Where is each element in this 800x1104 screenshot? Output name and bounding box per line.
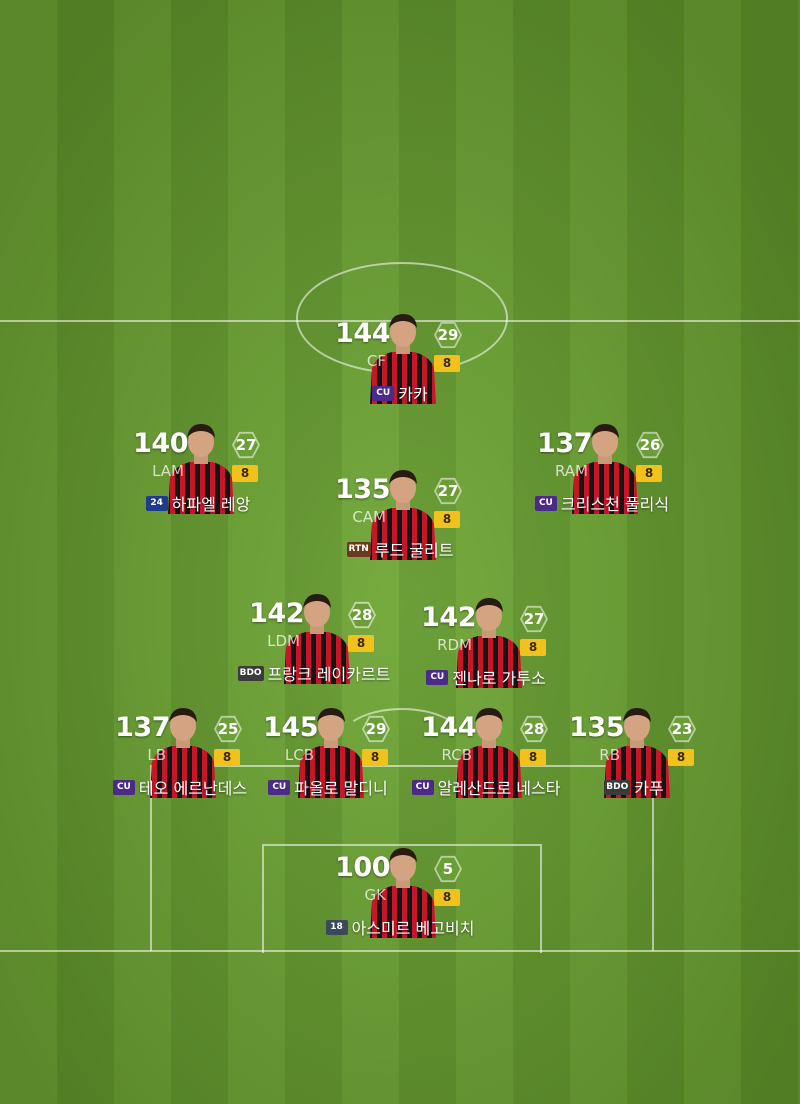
player-position: LB bbox=[147, 746, 166, 764]
player-name: 카카 bbox=[398, 385, 428, 404]
player-name-row: RTN 루드 굴리트 bbox=[300, 537, 500, 561]
season-badge: 18 bbox=[325, 919, 348, 935]
player-ovr: 144 bbox=[335, 318, 390, 349]
player-ovr: 140 bbox=[133, 428, 188, 459]
player-name-row: CU 카카 bbox=[300, 381, 500, 405]
player-name-row: CU 젠나로 가투소 bbox=[386, 665, 586, 689]
enhance-level-badge: 8 bbox=[636, 465, 662, 482]
player-name-row: BDO 프랑크 레이카르트 bbox=[214, 661, 414, 685]
player-position: RB bbox=[599, 746, 620, 764]
season-badge: BDO bbox=[604, 779, 631, 795]
player-card-cam[interactable]: 135 CAM 27 8 RTN 루드 굴리트 bbox=[300, 470, 500, 594]
player-position: CAM bbox=[352, 508, 386, 526]
player-name: 아스미르 베고비치 bbox=[351, 919, 475, 938]
season-badge: CU bbox=[411, 779, 434, 795]
player-card-cf[interactable]: 144 CF 29 8 CU 카카 bbox=[300, 314, 500, 438]
player-position: LAM bbox=[152, 462, 184, 480]
enhance-level-badge: 8 bbox=[348, 635, 374, 652]
player-name: 루드 굴리트 bbox=[374, 541, 454, 560]
season-badge: CU bbox=[372, 385, 395, 401]
player-name-row: BDO 카푸 bbox=[534, 775, 734, 799]
enhance-level-badge: 8 bbox=[520, 639, 546, 656]
player-position: LDM bbox=[267, 632, 300, 650]
season-badge: CU bbox=[268, 779, 291, 795]
player-card-lam[interactable]: 140 LAM 27 8 24 하파엘 레앙 bbox=[98, 424, 298, 548]
player-ovr: 144 bbox=[421, 712, 476, 743]
player-position: GK bbox=[364, 886, 386, 904]
player-position: RAM bbox=[554, 462, 588, 480]
player-ovr: 100 bbox=[335, 852, 390, 883]
enhance-level-badge: 8 bbox=[362, 749, 388, 766]
season-badge: CU bbox=[534, 495, 557, 511]
player-ovr: 142 bbox=[421, 602, 476, 633]
player-ovr: 137 bbox=[115, 712, 170, 743]
season-badge: RTN bbox=[346, 541, 371, 557]
player-name-row: 18 아스미르 베고비치 bbox=[300, 915, 500, 939]
enhance-level-badge: 8 bbox=[434, 511, 460, 528]
player-position: CF bbox=[366, 352, 386, 370]
player-ovr: 135 bbox=[569, 712, 624, 743]
player-position: RDM bbox=[437, 636, 472, 654]
player-card-rb[interactable]: 135 RB 23 8 BDO 카푸 bbox=[534, 708, 734, 832]
player-ovr: 142 bbox=[249, 598, 304, 629]
enhance-level-badge: 8 bbox=[668, 749, 694, 766]
player-name: 카푸 bbox=[634, 779, 664, 798]
player-ovr: 145 bbox=[263, 712, 318, 743]
player-name: 크리스천 풀리식 bbox=[560, 495, 670, 514]
player-name: 젠나로 가투소 bbox=[452, 669, 546, 688]
player-name-row: 24 하파엘 레앙 bbox=[98, 491, 298, 515]
season-badge: BDO bbox=[237, 665, 264, 681]
player-position: RCB bbox=[441, 746, 472, 764]
season-badge: CU bbox=[112, 779, 135, 795]
player-card-ram[interactable]: 137 RAM 26 8 CU 크리스천 풀리식 bbox=[502, 424, 702, 548]
formation-pitch: 144 CF 29 8 CU 카카 140 LAM 27 8 24 하파엘 레앙 135 CAM 27 8 RT… bbox=[0, 0, 800, 1104]
enhance-level-badge: 8 bbox=[434, 889, 460, 906]
enhance-level-badge: 8 bbox=[232, 465, 258, 482]
season-badge: 24 bbox=[145, 495, 168, 511]
player-card-gk[interactable]: 100 GK 5 8 18 아스미르 베고비치 bbox=[300, 848, 500, 972]
player-name: 프랑크 레이카르트 bbox=[267, 665, 391, 684]
player-ovr: 135 bbox=[335, 474, 390, 505]
season-badge: CU bbox=[426, 669, 449, 685]
player-name-row: CU 크리스천 풀리식 bbox=[502, 491, 702, 515]
enhance-level-badge: 8 bbox=[434, 355, 460, 372]
player-card-ldm[interactable]: 142 LDM 28 8 BDO 프랑크 레이카르트 bbox=[214, 594, 414, 718]
player-ovr: 137 bbox=[537, 428, 592, 459]
player-position: LCB bbox=[284, 746, 314, 764]
player-name: 하파엘 레앙 bbox=[171, 495, 251, 514]
player-name: 파올로 말디니 bbox=[294, 779, 388, 798]
